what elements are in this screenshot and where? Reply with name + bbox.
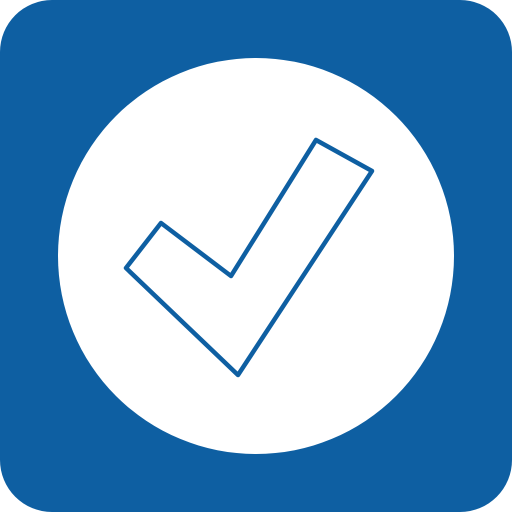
- checkmark-icon: [123, 137, 375, 378]
- checkmark-outline: [123, 137, 375, 378]
- app-icon-tile[interactable]: [0, 0, 512, 512]
